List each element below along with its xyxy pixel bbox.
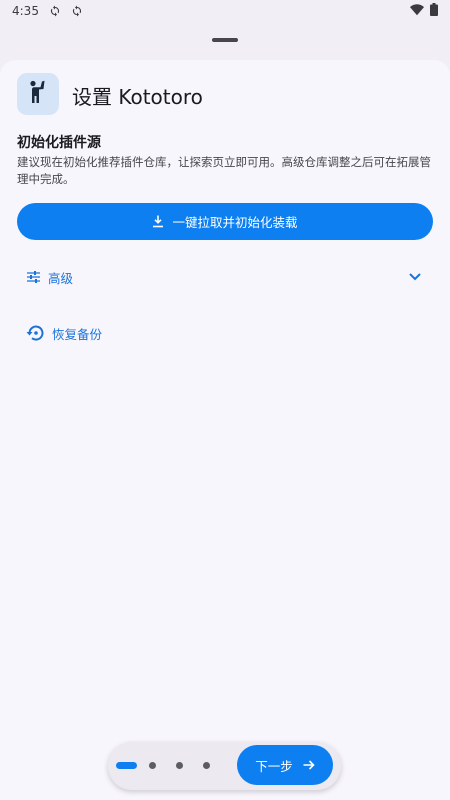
tune-icon (27, 271, 40, 283)
advanced-settings-toggle[interactable]: 高级 (17, 262, 433, 292)
section-description: 建议现在初始化推荐插件仓库，让探索页立即可用。高级仓库调整之后可在拓展管理中完成… (17, 155, 431, 186)
next-step-label: 下一步 (255, 759, 293, 774)
status-time: 4:35 (12, 4, 39, 18)
advanced-label: 高级 (48, 270, 74, 286)
page-indicator-dot (176, 762, 183, 769)
person-raising-hand-icon (27, 80, 49, 108)
page-indicator-dot (203, 762, 210, 769)
sheet-drag-handle[interactable] (212, 38, 238, 42)
sync-icon (71, 5, 83, 17)
sync-icon (49, 5, 61, 17)
next-step-button[interactable]: 下一步 (237, 745, 333, 785)
battery-icon (430, 3, 438, 19)
pull-and-initialize-label: 一键拉取并初始化装载 (172, 216, 298, 230)
arrow-right-icon (303, 759, 315, 771)
restore-backup-button[interactable]: 恢复备份 (17, 318, 102, 348)
app-logo (17, 73, 59, 115)
status-bar: 4:35 (0, 0, 450, 22)
page-title: 设置 Kototoro (72, 85, 203, 109)
wifi-icon (410, 3, 424, 19)
download-icon (152, 215, 164, 228)
restore-icon (26, 325, 44, 341)
page-indicator-dot (149, 762, 156, 769)
pull-and-initialize-button[interactable]: 一键拉取并初始化装载 (17, 203, 433, 240)
chevron-down-icon (409, 273, 421, 281)
section-title: 初始化插件源 (17, 135, 101, 151)
page-indicator-active (116, 762, 137, 769)
restore-label: 恢复备份 (52, 326, 103, 342)
